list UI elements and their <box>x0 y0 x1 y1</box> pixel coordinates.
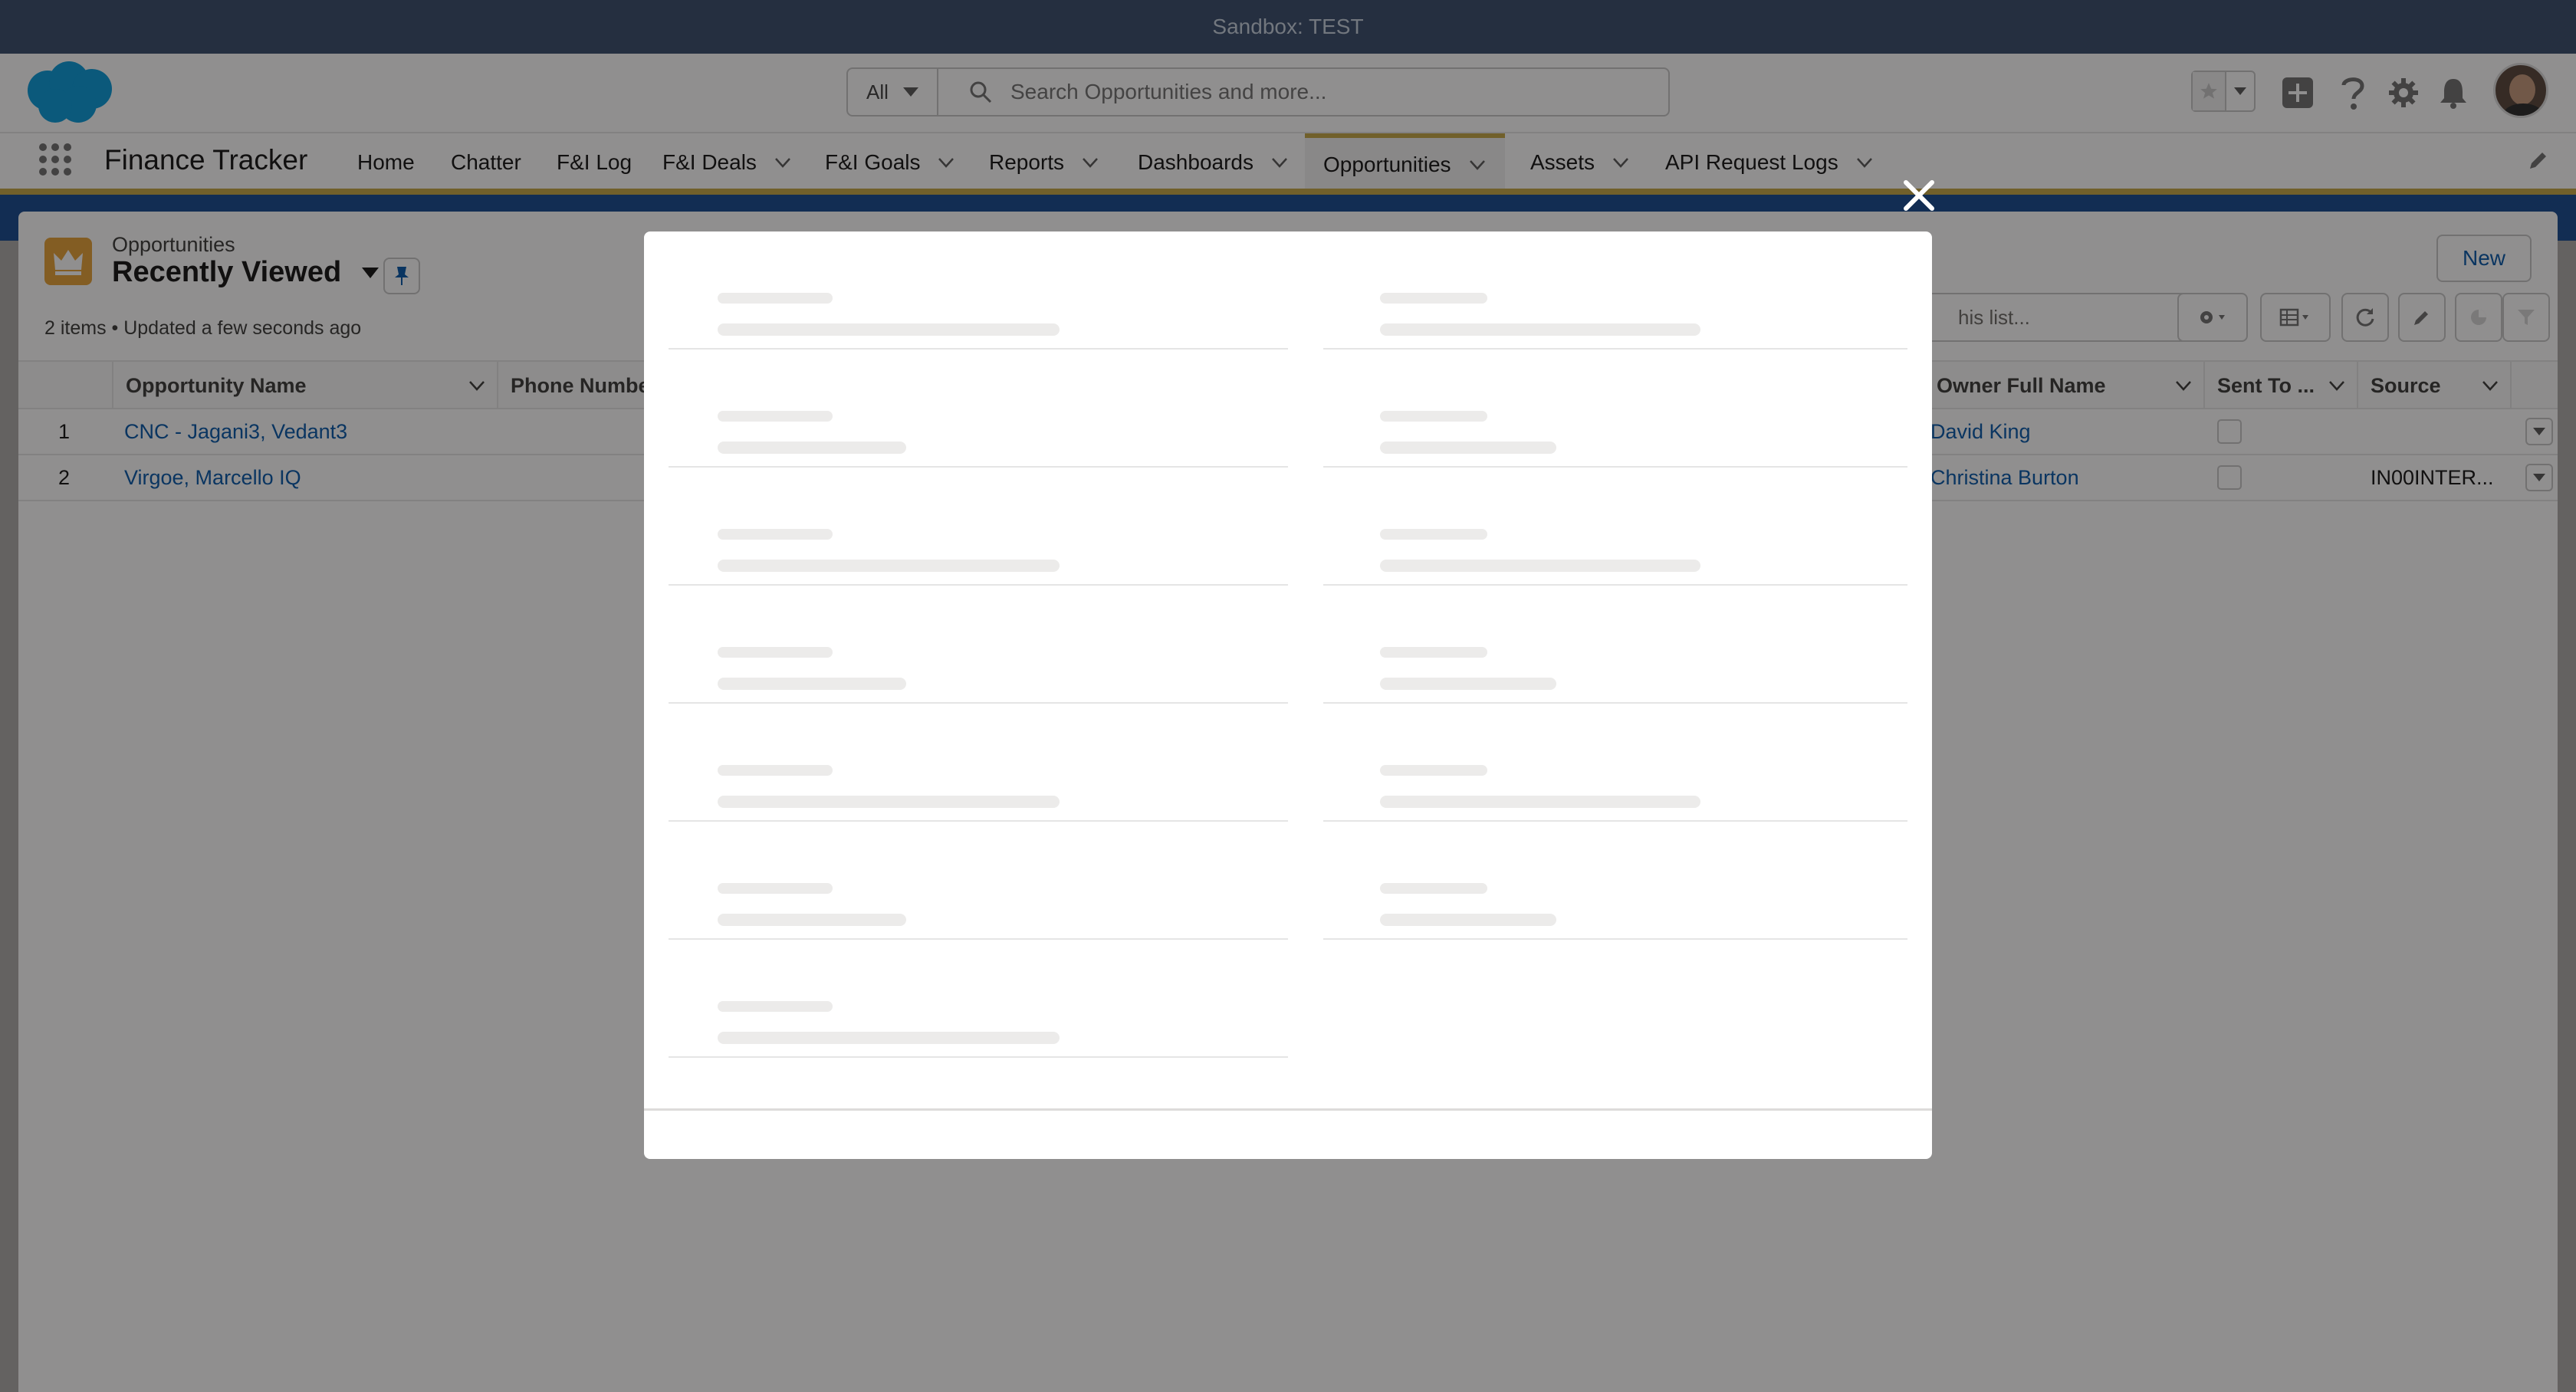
skeleton-field <box>1323 822 1907 940</box>
skeleton-label <box>718 529 833 540</box>
skeleton-column-right <box>1323 231 1907 940</box>
skeleton-label <box>1380 765 1487 776</box>
record-modal <box>644 231 1932 1159</box>
skeleton-label <box>718 883 833 894</box>
skeleton-value <box>1380 796 1700 808</box>
skeleton-label <box>718 1001 833 1012</box>
skeleton-label <box>718 647 833 658</box>
skeleton-field <box>669 231 1288 350</box>
skeleton-value <box>1380 678 1556 690</box>
skeleton-label <box>1380 647 1487 658</box>
skeleton-field <box>1323 704 1907 822</box>
skeleton-field <box>669 350 1288 468</box>
skeleton-label <box>1380 293 1487 304</box>
skeleton-field <box>669 940 1288 1058</box>
skeleton-value <box>718 796 1060 808</box>
skeleton-value <box>1380 560 1700 572</box>
skeleton-field <box>1323 231 1907 350</box>
skeleton-value <box>1380 442 1556 454</box>
skeleton-label <box>1380 529 1487 540</box>
skeleton-value <box>718 678 906 690</box>
skeleton-value <box>718 323 1060 336</box>
skeleton-value <box>1380 914 1556 926</box>
skeleton-value <box>718 560 1060 572</box>
skeleton-field <box>1323 350 1907 468</box>
skeleton-label <box>718 293 833 304</box>
skeleton-column-left <box>669 231 1288 1058</box>
skeleton-field <box>669 468 1288 586</box>
skeleton-label <box>718 765 833 776</box>
skeleton-field <box>1323 586 1907 704</box>
skeleton-label <box>1380 411 1487 422</box>
skeleton-value <box>1380 323 1700 336</box>
skeleton-field <box>1323 468 1907 586</box>
skeleton-value <box>718 442 906 454</box>
close-icon[interactable] <box>1901 178 1937 213</box>
skeleton-field <box>669 586 1288 704</box>
skeleton-field <box>669 822 1288 940</box>
skeleton-label <box>718 411 833 422</box>
skeleton-field <box>669 704 1288 822</box>
skeleton-value <box>718 914 906 926</box>
modal-footer <box>644 1108 1932 1159</box>
skeleton-value <box>718 1032 1060 1044</box>
skeleton-label <box>1380 883 1487 894</box>
